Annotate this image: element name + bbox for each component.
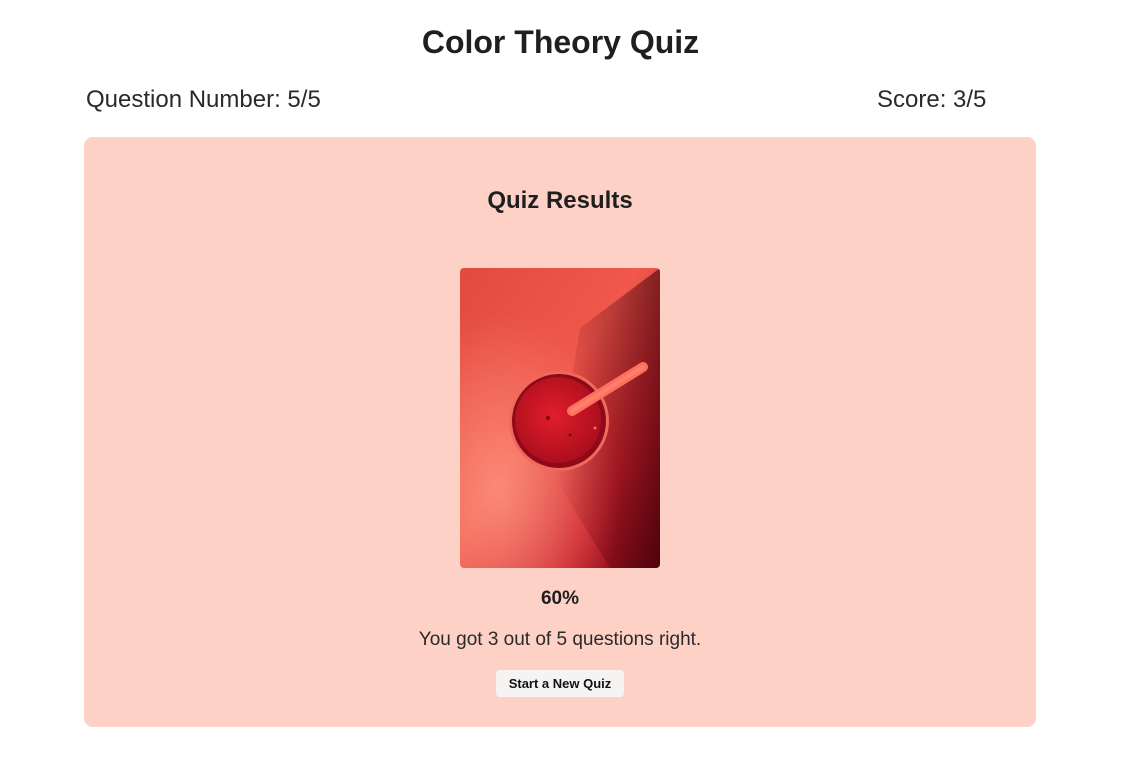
results-summary: You got 3 out of 5 questions right. [418,629,702,650]
question-number: Question Number: 5/5 [86,86,321,113]
smoothie-cup-icon [460,268,660,568]
start-new-quiz-button[interactable]: Start a New Quiz [496,670,624,697]
score-percentage: 60% [540,588,580,609]
score-display: Score: 3/5 [877,86,987,113]
page-title: Color Theory Quiz [421,24,700,60]
result-image [460,268,660,568]
results-card: Quiz Results 60% You got 3 out of 5 ques… [84,137,1036,727]
results-heading: Quiz Results [487,187,633,214]
quiz-page: Color Theory Quiz Question Number: 5/5 S… [0,0,1121,776]
